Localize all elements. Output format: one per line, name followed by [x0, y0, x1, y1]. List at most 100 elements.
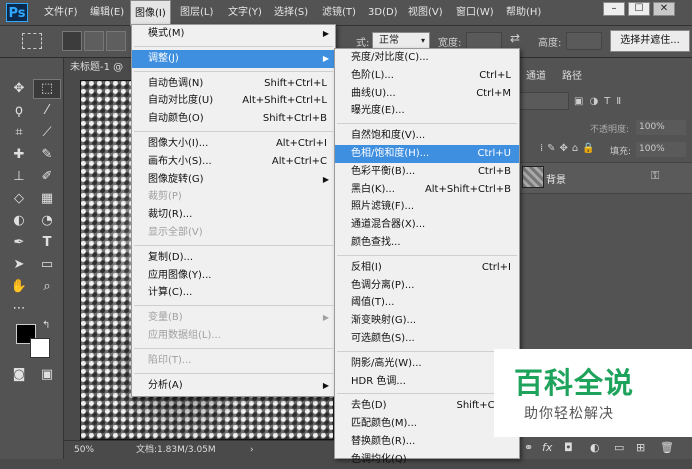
zoom-icon[interactable]: ⌕ — [34, 278, 60, 296]
menu-item[interactable]: 复制(D)... — [132, 249, 335, 267]
filter-icons[interactable]: ▣◑TⅡ — [574, 96, 627, 107]
rect-marquee-icon[interactable] — [22, 33, 42, 49]
menu-item[interactable]: 自然饱和度(V)... — [335, 127, 519, 145]
layer-row[interactable] — [519, 162, 692, 194]
menu-item[interactable]: 匹配颜色(M)... — [335, 415, 519, 433]
menu-item[interactable]: 调整(J) ▶ — [132, 49, 335, 68]
gradient-icon[interactable]: ▦ — [34, 190, 60, 208]
height-field[interactable] — [566, 32, 602, 50]
crop-icon[interactable]: ⌗ — [6, 124, 32, 142]
menu-item[interactable]: 图像大小(I)... Alt+Ctrl+I — [132, 135, 335, 153]
menu-item[interactable]: 替换颜色(R)... — [335, 433, 519, 451]
menu-item[interactable]: 应用图像(Y)... — [132, 267, 335, 285]
text-icon[interactable]: T — [34, 234, 60, 252]
dodge-icon[interactable]: ◔ — [34, 212, 60, 230]
healing-icon[interactable]: ✚ — [6, 146, 32, 164]
menu-item[interactable]: HDR 色调... — [335, 373, 519, 391]
menu-item[interactable]: 分析(A) ▶ — [132, 377, 335, 395]
menu-item[interactable]: 通道混合器(X)... — [335, 216, 519, 234]
menu-item[interactable]: 色调分离(P)... — [335, 277, 519, 295]
menu-help[interactable]: 帮助(H) — [502, 0, 545, 26]
lasso-icon[interactable]: ϙ — [6, 102, 32, 120]
menu-item[interactable]: 裁剪(P) — [132, 188, 335, 206]
menu-item[interactable]: 色调均化(Q) — [335, 451, 519, 469]
menu-item[interactable]: 可选颜色(S)... — [335, 330, 519, 348]
add-selection-button[interactable] — [84, 31, 104, 51]
magic-wand-icon[interactable]: ⁄ — [34, 102, 60, 120]
blur-icon[interactable]: ◐ — [6, 212, 32, 230]
fx-icon[interactable]: fx — [542, 437, 552, 459]
menu-item[interactable]: 阈值(T)... — [335, 294, 519, 312]
trash-icon[interactable]: 🗑 — [660, 437, 674, 459]
eraser-icon[interactable]: ◇ — [6, 190, 32, 208]
fill-field[interactable]: 100% — [636, 142, 686, 157]
menu-3d[interactable]: 3D(D) — [364, 0, 402, 26]
background-color-swatch[interactable] — [30, 338, 50, 358]
menu-view[interactable]: 视图(V) — [404, 0, 447, 26]
adjustment-icon[interactable]: ◐ — [590, 437, 600, 459]
subtract-selection-button[interactable] — [106, 31, 126, 51]
menu-item[interactable]: 计算(C)... — [132, 284, 335, 302]
zoom-level[interactable]: 50% — [74, 441, 94, 460]
menu-item[interactable]: 显示全部(V) — [132, 224, 335, 242]
menu-item[interactable]: 图像旋转(G) ▶ — [132, 171, 335, 189]
stamp-icon[interactable]: ⊥ — [6, 168, 32, 186]
menu-window[interactable]: 窗口(W) — [452, 0, 498, 26]
marquee-icon[interactable]: ⬚ — [33, 79, 61, 99]
lock-icons[interactable]: ⁞✎✥⌂🔒 — [540, 143, 599, 154]
menu-item[interactable]: 黑白(K)... Alt+Shift+Ctrl+B — [335, 181, 519, 199]
menu-file[interactable]: 文件(F) — [40, 0, 82, 26]
path-select-icon[interactable]: ➤ — [6, 256, 32, 274]
menu-item[interactable]: 照片滤镜(F)... — [335, 198, 519, 216]
menu-item[interactable]: 画布大小(S)... Alt+Ctrl+C — [132, 153, 335, 171]
document-tab[interactable]: 未标题-1 @ — [70, 58, 134, 78]
menu-item[interactable]: 变量(B) ▶ — [132, 309, 335, 327]
eyedropper-icon[interactable]: ⟋ — [34, 124, 60, 142]
menu-item[interactable]: 渐变映射(G)... — [335, 312, 519, 330]
menu-item[interactable]: 反相(I) Ctrl+I — [335, 259, 519, 277]
menu-item[interactable]: 自动对比度(U) Alt+Shift+Ctrl+L — [132, 92, 335, 110]
new-layer-icon[interactable]: ⊞ — [636, 437, 645, 459]
menu-item[interactable]: 自动颜色(O) Shift+Ctrl+B — [132, 110, 335, 128]
menu-item[interactable]: 曲线(U)... Ctrl+M — [335, 85, 519, 103]
menu-item[interactable]: 自动色调(N) Shift+Ctrl+L — [132, 75, 335, 93]
minimize-button[interactable]: – — [603, 2, 625, 16]
menu-filter[interactable]: 滤镜(T) — [318, 0, 360, 26]
menu-item[interactable]: 应用数据组(L)... — [132, 327, 335, 345]
shape-icon[interactable]: ▭ — [34, 256, 60, 274]
layer-filter-select[interactable] — [519, 92, 569, 110]
swap-colors-icon[interactable]: ↰ — [42, 320, 50, 331]
menu-item[interactable]: 阴影/高光(W)... — [335, 355, 519, 373]
menu-item[interactable]: 裁切(R)... — [132, 206, 335, 224]
tab-channels[interactable]: 通道 — [520, 66, 552, 88]
history-brush-icon[interactable]: ✐ — [34, 168, 60, 186]
mask-icon[interactable]: ◘ — [564, 437, 573, 459]
move-icon[interactable]: ✥ — [6, 80, 32, 98]
menu-item[interactable]: 色彩平衡(B)... Ctrl+B — [335, 163, 519, 181]
menu-image[interactable]: 图像(I) — [130, 0, 171, 26]
link-icon[interactable]: ⚭ — [524, 437, 533, 459]
chevron-right-icon[interactable]: › — [250, 441, 254, 460]
menu-item[interactable]: 色阶(L)... Ctrl+L — [335, 67, 519, 85]
menu-item[interactable]: 模式(M) ▶ — [132, 25, 335, 43]
swap-icon[interactable]: ⇄ — [510, 31, 520, 45]
select-and-mask-button[interactable]: 选择并遮住... — [610, 30, 690, 52]
menu-select[interactable]: 选择(S) — [270, 0, 312, 26]
opacity-field[interactable]: 100% — [636, 120, 686, 135]
menu-item[interactable]: 曝光度(E)... — [335, 102, 519, 120]
screen-mode-icon[interactable]: ▣ — [34, 366, 60, 384]
menu-item[interactable]: 色相/饱和度(H)... Ctrl+U — [335, 144, 519, 163]
menu-item[interactable]: 亮度/对比度(C)... — [335, 49, 519, 67]
new-selection-button[interactable] — [62, 31, 82, 51]
menu-edit[interactable]: 编辑(E) — [86, 0, 128, 26]
menu-layer[interactable]: 图层(L) — [176, 0, 217, 26]
tab-paths[interactable]: 路径 — [556, 66, 588, 88]
hand-icon[interactable]: ✋ — [6, 278, 32, 296]
quick-mask-icon[interactable]: ◙ — [6, 366, 32, 384]
menu-type[interactable]: 文字(Y) — [224, 0, 266, 26]
more-icon[interactable]: ⋯ — [6, 300, 32, 318]
brush-icon[interactable]: ✎ — [34, 146, 60, 164]
menu-item[interactable]: 颜色查找... — [335, 234, 519, 252]
pen-icon[interactable]: ✒ — [6, 234, 32, 252]
menu-item[interactable]: 去色(D) Shift+Ctr+ — [335, 397, 519, 415]
